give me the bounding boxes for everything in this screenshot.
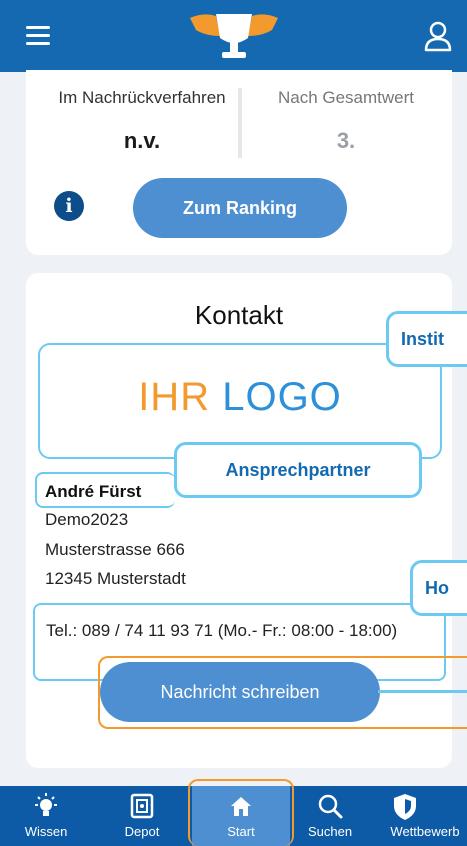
nav-item-suchen[interactable]: Suchen	[300, 786, 360, 846]
nav-item-wissen[interactable]: Wissen	[16, 786, 76, 846]
logo-text-ihr: IHR	[138, 375, 211, 419]
contact-street: Musterstrasse 666	[45, 540, 185, 559]
stat-divider	[238, 88, 242, 158]
contact-company: Demo2023	[45, 510, 129, 529]
stat-value: 3.	[336, 128, 356, 153]
callout-connector-line	[378, 690, 467, 693]
contact-person-name: André Fürst	[45, 482, 142, 501]
info-icon[interactable]: i	[54, 191, 84, 221]
start-tab-highlight	[188, 779, 294, 846]
hamburger-menu-icon[interactable]	[26, 26, 50, 46]
nav-label: Wissen	[24, 824, 68, 839]
trophy-logo-icon[interactable]	[186, 8, 282, 64]
write-message-button[interactable]: Nachricht schreiben	[100, 662, 380, 722]
stat-nachrueckverfahren: Im Nachrückverfahren n.v.	[52, 88, 232, 154]
callout-institut: Instit	[386, 311, 467, 367]
user-icon[interactable]	[423, 20, 453, 52]
ranking-button[interactable]: Zum Ranking	[133, 178, 347, 238]
nav-label: Depot	[124, 824, 160, 839]
contact-city: 12345 Musterstadt	[45, 569, 186, 588]
nav-item-depot[interactable]: Depot	[112, 786, 172, 846]
contact-phone[interactable]: Tel.: 089 / 74 11 93 71 (Mo.- Fr.: 08:00…	[46, 617, 436, 645]
search-icon	[318, 794, 343, 819]
safe-icon	[130, 793, 154, 819]
logo-text-logo: LOGO	[222, 375, 342, 419]
nav-label: Wettbewerb	[390, 824, 460, 839]
lightbulb-icon	[35, 793, 57, 816]
stat-label: Im Nachrückverfahren	[58, 88, 226, 107]
stat-gesamtwert: Nach Gesamtwert 3.	[256, 88, 436, 154]
nav-label: Suchen	[307, 824, 353, 839]
stat-value: n.v.	[123, 128, 161, 153]
shield-icon	[394, 794, 416, 820]
callout-homepage: Ho	[410, 560, 467, 616]
nav-item-wettbewerb[interactable]: Wettbewerb	[370, 786, 467, 846]
callout-ansprechpartner: Ansprechpartner	[174, 442, 422, 498]
stat-label: Nach Gesamtwert	[277, 88, 415, 107]
top-app-bar	[0, 0, 467, 72]
institute-logo: IHR LOGO	[40, 375, 440, 420]
